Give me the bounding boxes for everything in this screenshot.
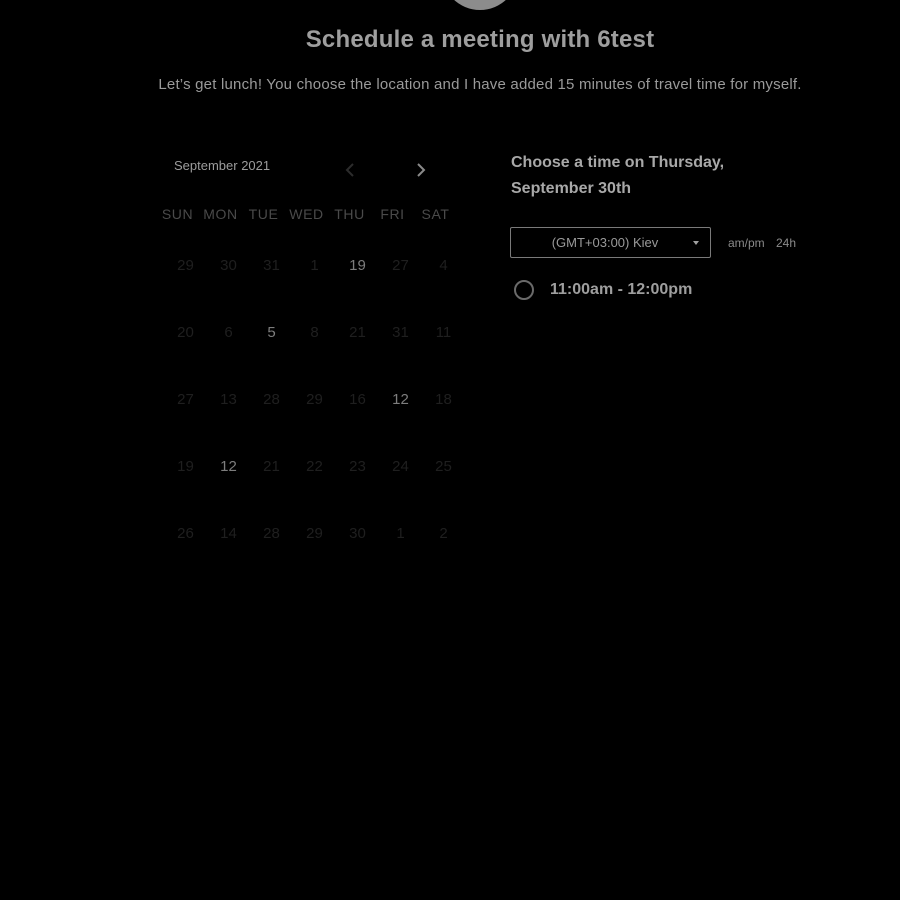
weekday-label: MON (203, 206, 238, 222)
page-title: Schedule a meeting with 6test (305, 26, 655, 53)
calendar-day: 23 (349, 457, 366, 475)
calendar-day: 26 (177, 524, 194, 542)
calendar-day-available[interactable]: 5 (250, 315, 293, 349)
calendar-day: 21 (349, 323, 366, 341)
timezone-select[interactable]: (GMT+03:00) Kiev (510, 227, 711, 258)
weekday-label: WED (289, 206, 324, 222)
calendar-day: 29 (306, 390, 323, 408)
scheduling-page: Schedule a meeting with 6test Let’s get … (0, 0, 900, 900)
24h-format-toggle[interactable]: 24h (776, 236, 796, 250)
weekday-label: SUN (161, 206, 194, 222)
weekday-header: SUN MON TUE WED THU FRI SAT (156, 206, 456, 222)
calendar-day: 14 (220, 524, 237, 542)
ampm-format-toggle[interactable]: am/pm (728, 236, 765, 250)
calendar-day: 28 (263, 524, 280, 542)
calendar-day: 16 (349, 390, 366, 408)
calendar-day: 8 (310, 323, 319, 341)
calendar-day: 31 (263, 256, 280, 274)
avatar (441, 0, 519, 10)
calendar-day: 25 (435, 457, 452, 475)
calendar-day: 29 (306, 524, 323, 542)
calendar-day: 20 (177, 323, 194, 341)
calendar-day: 21 (263, 457, 280, 475)
time-slot-label: 11:00am - 12:00pm (550, 281, 693, 298)
calendar-day: 28 (263, 390, 280, 408)
calendar-day: 18 (435, 390, 452, 408)
calendar-day-available[interactable]: 12 (207, 449, 250, 483)
next-month-button[interactable] (409, 158, 433, 182)
page-description: Let’s get lunch! You choose the location… (158, 76, 802, 93)
calendar-day: 1 (310, 256, 319, 274)
timezone-value: (GMT+03:00) Kiev (551, 235, 659, 250)
weekday-label: THU (334, 206, 365, 222)
calendar-day: 27 (392, 256, 409, 274)
weekday-label: SAT (421, 206, 450, 222)
previous-month-button[interactable] (338, 158, 362, 182)
calendar-day: 22 (306, 457, 323, 475)
weekday-label: TUE (248, 206, 279, 222)
time-selection-heading: Choose a time on Thursday, September 30t… (511, 154, 725, 197)
calendar-day: 2 (439, 524, 448, 542)
calendar-day: 24 (392, 457, 409, 475)
chevron-right-icon (417, 163, 426, 177)
calendar-day: 1 (396, 524, 405, 542)
calendar-day: 30 (349, 524, 366, 542)
calendar-day: 30 (220, 256, 237, 274)
caret-down-icon (693, 240, 699, 245)
calendar-day: 11 (435, 323, 452, 341)
calendar-day: 6 (224, 323, 233, 341)
calendar-day: 19 (177, 457, 194, 475)
calendar-day: 13 (220, 390, 237, 408)
calendar-day: 29 (177, 256, 194, 274)
calendar-day: 4 (439, 256, 448, 274)
chevron-left-icon (345, 163, 354, 177)
weekday-label: FRI (380, 206, 405, 222)
calendar-day-available[interactable]: 19 (336, 248, 379, 282)
calendar-day-available[interactable]: 12 (379, 382, 422, 416)
time-slot[interactable]: 11:00am - 12:00pm (514, 280, 692, 300)
radio-icon[interactable] (514, 280, 534, 300)
calendar-month-label: September 2021 (174, 158, 271, 173)
calendar-day: 27 (177, 390, 194, 408)
calendar-days-grid: 29 30 31 1 19 27 4 20 6 5 8 21 31 11 27 13 28 29 16 12 18 19 1… (164, 248, 465, 583)
calendar-day: 31 (392, 323, 409, 341)
